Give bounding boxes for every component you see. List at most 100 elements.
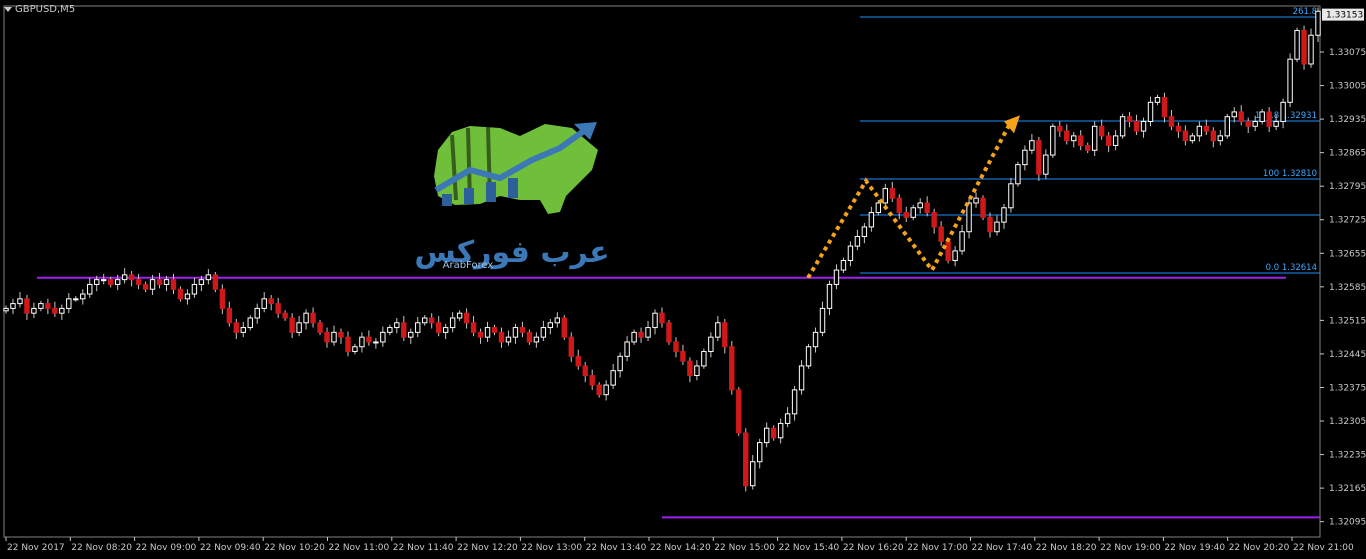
candle-bull [1231, 111, 1237, 118]
candle [938, 221, 944, 247]
candle-bull [3, 307, 9, 312]
fib-level-label: 261.8 [1293, 7, 1317, 17]
candle-bear [45, 303, 51, 309]
x-tick-label: 22 Nov 09:00 [136, 543, 197, 553]
x-tick-label: 22 Nov 2017 [7, 543, 65, 553]
candle-bull [1071, 135, 1077, 142]
candle [833, 264, 840, 290]
candle-bull [373, 341, 379, 344]
candle [1050, 123, 1056, 158]
candle-bull [1217, 135, 1223, 142]
x-tick-label: 22 Nov 17:00 [907, 543, 968, 553]
candle-bear [687, 360, 693, 376]
candle [610, 363, 616, 389]
candle [547, 318, 554, 335]
candle [1203, 119, 1210, 135]
chart-grid [3, 5, 1321, 538]
candle [101, 273, 107, 285]
y-tick-label: 1.32445 [1329, 350, 1366, 360]
candle [66, 293, 72, 314]
candle [1245, 117, 1251, 133]
candle [247, 315, 253, 331]
candle-bull [205, 274, 212, 281]
y-tick-label: 1.32235 [1329, 451, 1366, 461]
candle [638, 327, 644, 343]
candle-bear [219, 288, 226, 309]
candle-bull [973, 197, 979, 204]
candle [317, 319, 323, 336]
candle [1022, 145, 1028, 171]
candle-bear [156, 279, 163, 285]
candle-bull [1196, 125, 1203, 137]
candle-bull [149, 279, 156, 290]
candle [31, 302, 37, 318]
price-chart[interactable]: 261.8161.8 1.32931100 1.328100.0 1.32614… [0, 0, 1366, 559]
candle-bull [1043, 154, 1049, 175]
candle-bear [596, 384, 602, 396]
candle [380, 326, 386, 347]
candle-bear [743, 432, 749, 487]
candle-bull [1015, 164, 1021, 185]
candle [903, 206, 909, 223]
candle [791, 386, 798, 421]
candle [261, 292, 267, 313]
candle-bear [666, 322, 672, 343]
candle [931, 208, 937, 234]
candle [1217, 130, 1223, 146]
x-tick-label: 22 Nov 19:40 [1164, 543, 1225, 553]
candle-bull [415, 322, 421, 333]
candle-bull [812, 331, 819, 348]
chevron-down-icon[interactable] [4, 7, 12, 12]
candle [366, 330, 372, 346]
candle-bull [917, 202, 923, 209]
chart-title: GBPUSD,M5 [15, 4, 76, 15]
candle [352, 343, 358, 355]
candle [373, 338, 379, 349]
candle [1029, 133, 1035, 155]
candle [617, 352, 623, 378]
candle [142, 281, 149, 293]
candle [296, 316, 302, 337]
candle [945, 238, 951, 264]
candle-bear [324, 331, 330, 343]
candle [1161, 92, 1168, 123]
candle-bull [387, 327, 393, 333]
candle-bull [1022, 149, 1028, 166]
candle [38, 300, 44, 312]
candle-bull [198, 279, 205, 285]
x-tick-label: 22 Nov 11:00 [329, 543, 390, 553]
candle [45, 298, 51, 315]
x-tick-label: 22 Nov 13:40 [586, 543, 647, 553]
candle-bull [449, 317, 456, 329]
candle [854, 229, 861, 250]
candle [750, 455, 756, 490]
candle-bull [1112, 135, 1119, 146]
candle [959, 225, 965, 255]
x-tick-label: 22 Nov 12:20 [457, 543, 518, 553]
candle-bull [694, 365, 700, 376]
candle [1119, 113, 1126, 139]
candle [687, 357, 693, 383]
candle-bull [408, 331, 414, 338]
candle-bull [359, 336, 365, 348]
candle-bear [1266, 111, 1272, 127]
candle-bear [987, 216, 993, 233]
candle-bear [470, 322, 477, 333]
logo-map-icon [434, 122, 598, 214]
candle-bull [1091, 125, 1098, 151]
candle [10, 298, 16, 315]
candle-bull [1001, 207, 1007, 223]
candle [121, 268, 128, 284]
candle-bear [463, 312, 470, 324]
candle-bear [1301, 29, 1307, 65]
candle [526, 329, 533, 345]
candle [645, 320, 651, 341]
candle-bull [784, 413, 791, 424]
candle-bull [1280, 101, 1286, 122]
candle-bear [889, 188, 895, 199]
candle-bear [310, 312, 316, 324]
candle-bear [1210, 130, 1217, 142]
chart-header: GBPUSD,M5 [4, 4, 75, 15]
candle [177, 286, 184, 302]
candle-bear [1182, 130, 1189, 142]
